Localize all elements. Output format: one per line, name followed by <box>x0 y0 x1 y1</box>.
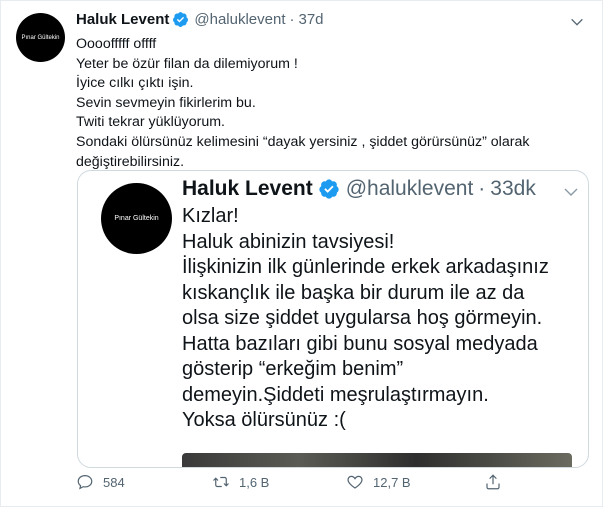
quoted-line: demeyin.Şiddeti meşrulaştırmayın. <box>182 383 489 406</box>
verified-icon <box>319 179 339 199</box>
separator-dot: · <box>478 177 486 200</box>
quoted-timestamp[interactable]: 33dk <box>490 177 536 201</box>
avatar-label: Pınar Gültekin <box>21 34 60 41</box>
verified-icon <box>173 12 189 27</box>
retweet-count: 1,6 B <box>239 474 270 490</box>
chevron-down-icon[interactable] <box>562 183 580 201</box>
quoted-line: Yoksa ölürsünüz :( <box>182 409 346 431</box>
retweet-icon <box>213 476 229 488</box>
author-handle[interactable]: @haluklevent <box>194 11 285 28</box>
quoted-line: Hatta bazıları gibi bunu sosyal medyada <box>182 332 538 355</box>
chevron-down-icon[interactable] <box>569 14 585 30</box>
tweet-line: Yeter be özür filan da dilemiyorum ! <box>76 55 298 72</box>
quoted-author-handle[interactable]: @haluklevent <box>346 177 474 201</box>
like-icon <box>347 475 363 489</box>
action-bar: 584 1,6 B 12,7 B <box>76 473 516 497</box>
share-button[interactable] <box>484 473 502 491</box>
quoted-avatar[interactable]: Pınar Gültekin <box>101 183 172 254</box>
tweet-header: Haluk Levent @haluklevent · 37d <box>76 11 324 28</box>
quoted-line: İlişkinizin ilk günlerinde erkek arkadaş… <box>182 256 549 278</box>
author-name[interactable]: Haluk Levent <box>76 11 169 28</box>
quoted-avatar-label: Pınar Gültekin <box>114 215 159 222</box>
quoted-line: kıskançlık ile başka bir durum ile az da <box>182 281 525 304</box>
reply-count: 584 <box>103 474 125 490</box>
quoted-line: Kızlar! <box>182 205 239 227</box>
retweet-button[interactable]: 1,6 B <box>212 473 269 491</box>
reply-button[interactable]: 584 <box>76 473 125 491</box>
quoted-author-name[interactable]: Haluk Levent <box>182 177 313 201</box>
quoted-line: olsa size şiddet uygularsa hoş görmeyin. <box>182 307 543 329</box>
reply-icon <box>77 475 93 490</box>
like-button[interactable]: 12,7 B <box>346 473 411 491</box>
tweet-line: Sevin sevmeyin fikirlerim bu. <box>76 94 256 111</box>
separator-dot: · <box>289 11 295 28</box>
quoted-media-image[interactable] <box>182 453 572 467</box>
like-count: 12,7 B <box>373 474 411 490</box>
avatar[interactable]: Pınar Gültekin <box>16 13 65 62</box>
tweet-line: Sondaki ölürsünüz kelimesini “dayak yers… <box>76 133 530 150</box>
quoted-line: gösterip “erkeğim benim” <box>182 358 404 380</box>
tweet-line: İyice cılkı çıktı işin. <box>76 75 194 92</box>
timestamp[interactable]: 37d <box>299 11 324 28</box>
tweet-line: Oooofffff offff <box>76 36 157 52</box>
quoted-text: Kızlar! Haluk abinizin tavsiyesi! İlişki… <box>182 204 582 434</box>
tweet-line: Twiti tekrar yüklüyorum. <box>76 114 226 131</box>
quoted-header: Haluk Levent @haluklevent · 33dk <box>182 177 536 201</box>
tweet-text: Oooofffff offff Yeter be özür filan da d… <box>76 35 586 172</box>
quoted-line: Haluk abinizin tavsiyesi! <box>182 230 395 253</box>
quoted-tweet[interactable]: Pınar Gültekin Haluk Levent @haluklevent… <box>77 170 589 468</box>
share-icon <box>486 474 500 490</box>
